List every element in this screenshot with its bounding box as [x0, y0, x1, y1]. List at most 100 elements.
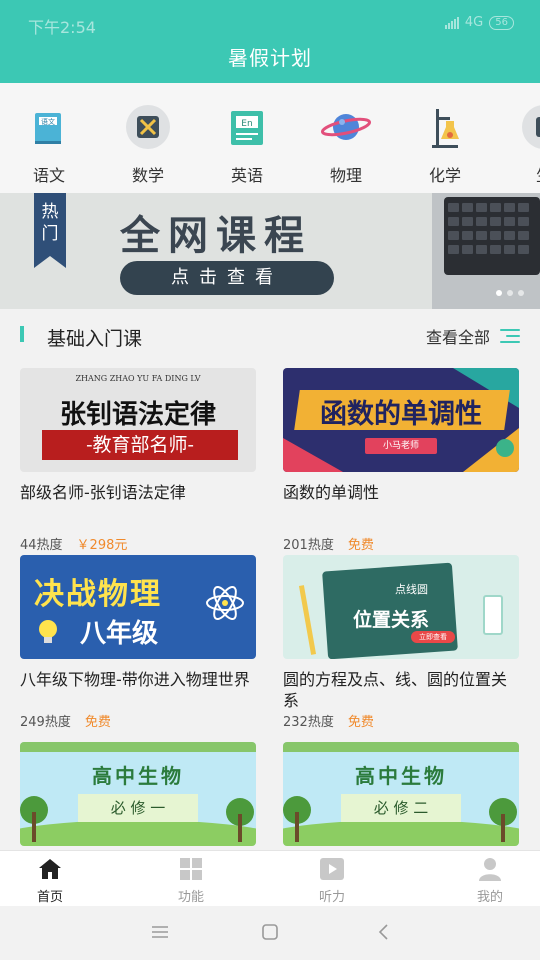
course-heat: 44热度	[20, 538, 63, 553]
subject-label: 物理	[329, 166, 362, 185]
grid-icon	[178, 857, 204, 881]
home-icon	[37, 857, 63, 881]
thumb-title: 位置关系	[353, 609, 430, 631]
course-thumbnail: 位置关系 点线圆 立即查看	[283, 555, 519, 659]
back-icon[interactable]	[372, 922, 396, 942]
biology-icon	[518, 105, 540, 153]
list-icon	[500, 329, 520, 343]
course-thumbnail: 函数的单调性 小马老师	[283, 368, 519, 472]
subject-physics[interactable]: 物理	[311, 105, 381, 186]
tab-profile[interactable]: 我的	[450, 857, 530, 905]
subject-label: 化学	[428, 166, 461, 185]
course-title: 八年级下物理-带你进入物理世界	[20, 670, 250, 689]
tab-label: 功能	[177, 890, 204, 905]
course-card[interactable]: ZHANG ZHAO YU FA DING LV 张钊语法定律 -教育部名师- …	[20, 368, 256, 553]
course-title: 圆的方程及点、线、圆的位置关系	[283, 670, 508, 710]
thumb-title: 张钊语法定律	[59, 400, 216, 430]
course-heat: 201热度	[283, 538, 334, 553]
course-card[interactable]: 决战物理 八年级 八年级下物理-带你进入物理世界 249热度 免费	[20, 555, 256, 730]
thumb-title: 高中生物	[355, 764, 447, 788]
svg-text:En: En	[241, 119, 252, 129]
user-icon	[477, 857, 503, 881]
course-card[interactable]: 函数的单调性 小马老师 函数的单调性 201热度 免费	[283, 368, 519, 553]
page-title: 暑假计划	[228, 46, 312, 70]
course-title: 部级名师-张钊语法定律	[20, 483, 186, 502]
course-thumbnail: 高中生物 必 修 一	[20, 742, 256, 846]
atom-icon	[39, 586, 244, 643]
course-thumbnail: 高中生物 必 修 二	[283, 742, 519, 846]
english-book-icon: En	[221, 105, 273, 153]
signal-icon	[444, 16, 459, 29]
thumb-title: 高中生物	[92, 764, 184, 788]
pencil-image	[298, 585, 317, 655]
carousel-dots	[496, 290, 524, 296]
status-time: 下午2:54	[28, 18, 96, 37]
promo-banner[interactable]: 热门 全网课程 点击查看	[0, 193, 540, 309]
subject-chinese[interactable]: 语文 语文	[14, 105, 84, 186]
course-title: 函数的单调性	[283, 483, 380, 502]
course-card[interactable]: 位置关系 点线圆 立即查看 圆的方程及点、线、圆的位置关系 232热度 免费	[283, 555, 519, 730]
course-price: 免费	[84, 715, 111, 730]
phone-image	[483, 595, 503, 635]
thumb-subtitle: 小马老师	[365, 438, 437, 454]
course-thumbnail: ZHANG ZHAO YU FA DING LV 张钊语法定律 -教育部名师-	[20, 368, 256, 472]
app-header: 下午2:54 4G 56 暑假计划	[0, 0, 540, 83]
course-meta: 44热度 ￥298元	[20, 534, 256, 553]
status-right: 4G 56	[444, 15, 514, 30]
section-accent-bar	[20, 326, 24, 342]
thumb-subtitle: 必 修 二	[341, 794, 461, 822]
ribbon-label: 热门	[41, 202, 59, 244]
section-title: 基础入门课	[47, 328, 143, 350]
hot-ribbon: 热门	[34, 193, 66, 268]
subject-biology[interactable]: 生	[509, 105, 540, 186]
thumb-caption: 点线圆	[395, 583, 428, 596]
subject-label: 生	[509, 162, 540, 186]
subject-english[interactable]: En 英语	[212, 105, 282, 186]
chemistry-flask-icon	[419, 105, 471, 153]
thumb-title: 函数的单调性	[320, 399, 482, 430]
course-price: 免费	[347, 715, 374, 730]
thumb-caption: ZHANG ZHAO YU FA DING LV	[75, 374, 201, 383]
banner-title: 全网课程	[120, 213, 312, 259]
banner-button[interactable]: 点击查看	[120, 261, 334, 295]
keyboard-image	[444, 197, 540, 275]
course-card[interactable]: 高中生物 必 修 一	[20, 742, 256, 846]
subject-math[interactable]: 数学	[113, 105, 183, 186]
physics-planet-icon	[320, 105, 372, 153]
subject-label: 英语	[230, 166, 263, 185]
course-card[interactable]: 高中生物 必 修 二	[283, 742, 519, 846]
svg-text:语文: 语文	[41, 117, 55, 126]
thumb-subtitle: -教育部名师-	[42, 430, 238, 460]
menu-icon[interactable]	[148, 922, 172, 942]
view-all-label: 查看全部	[425, 328, 490, 347]
chinese-book-icon: 语文	[23, 105, 75, 153]
course-heat: 232热度	[283, 715, 334, 730]
subject-label: 语文	[32, 166, 65, 185]
course-heat: 249热度	[20, 715, 71, 730]
subject-chemistry[interactable]: 化学	[410, 105, 480, 186]
status-bar: 下午2:54 4G 56	[0, 0, 540, 46]
tab-functions[interactable]: 功能	[151, 857, 231, 905]
course-thumbnail: 决战物理 八年级	[20, 555, 256, 659]
course-price: ￥298元	[76, 538, 128, 553]
course-meta: 201热度 免费	[283, 534, 519, 553]
course-meta: 232热度 免费	[283, 711, 519, 730]
course-meta: 249热度 免费	[20, 711, 256, 730]
subject-label: 数学	[131, 166, 164, 185]
section-header: 基础入门课 查看全部	[0, 309, 540, 363]
thumb-subtitle: 立即查看	[411, 631, 455, 643]
home-square-icon[interactable]	[258, 922, 282, 942]
subject-row: 语文 语文 数学 En 英语 物理 化学 生	[0, 83, 540, 193]
bottom-tab-bar: 首页 功能 听力 我的	[0, 850, 540, 906]
tab-label: 我的	[476, 890, 503, 905]
system-nav-bar	[0, 906, 540, 960]
view-all-button[interactable]: 查看全部	[426, 324, 520, 348]
tab-label: 首页	[36, 890, 63, 905]
play-icon	[319, 857, 345, 881]
tab-label: 听力	[318, 890, 345, 905]
tab-listening[interactable]: 听力	[292, 857, 372, 905]
thumb-subtitle: 必 修 一	[78, 794, 198, 822]
battery-icon: 56	[489, 15, 514, 30]
network-label: 4G	[464, 15, 484, 30]
tab-home[interactable]: 首页	[10, 857, 90, 905]
